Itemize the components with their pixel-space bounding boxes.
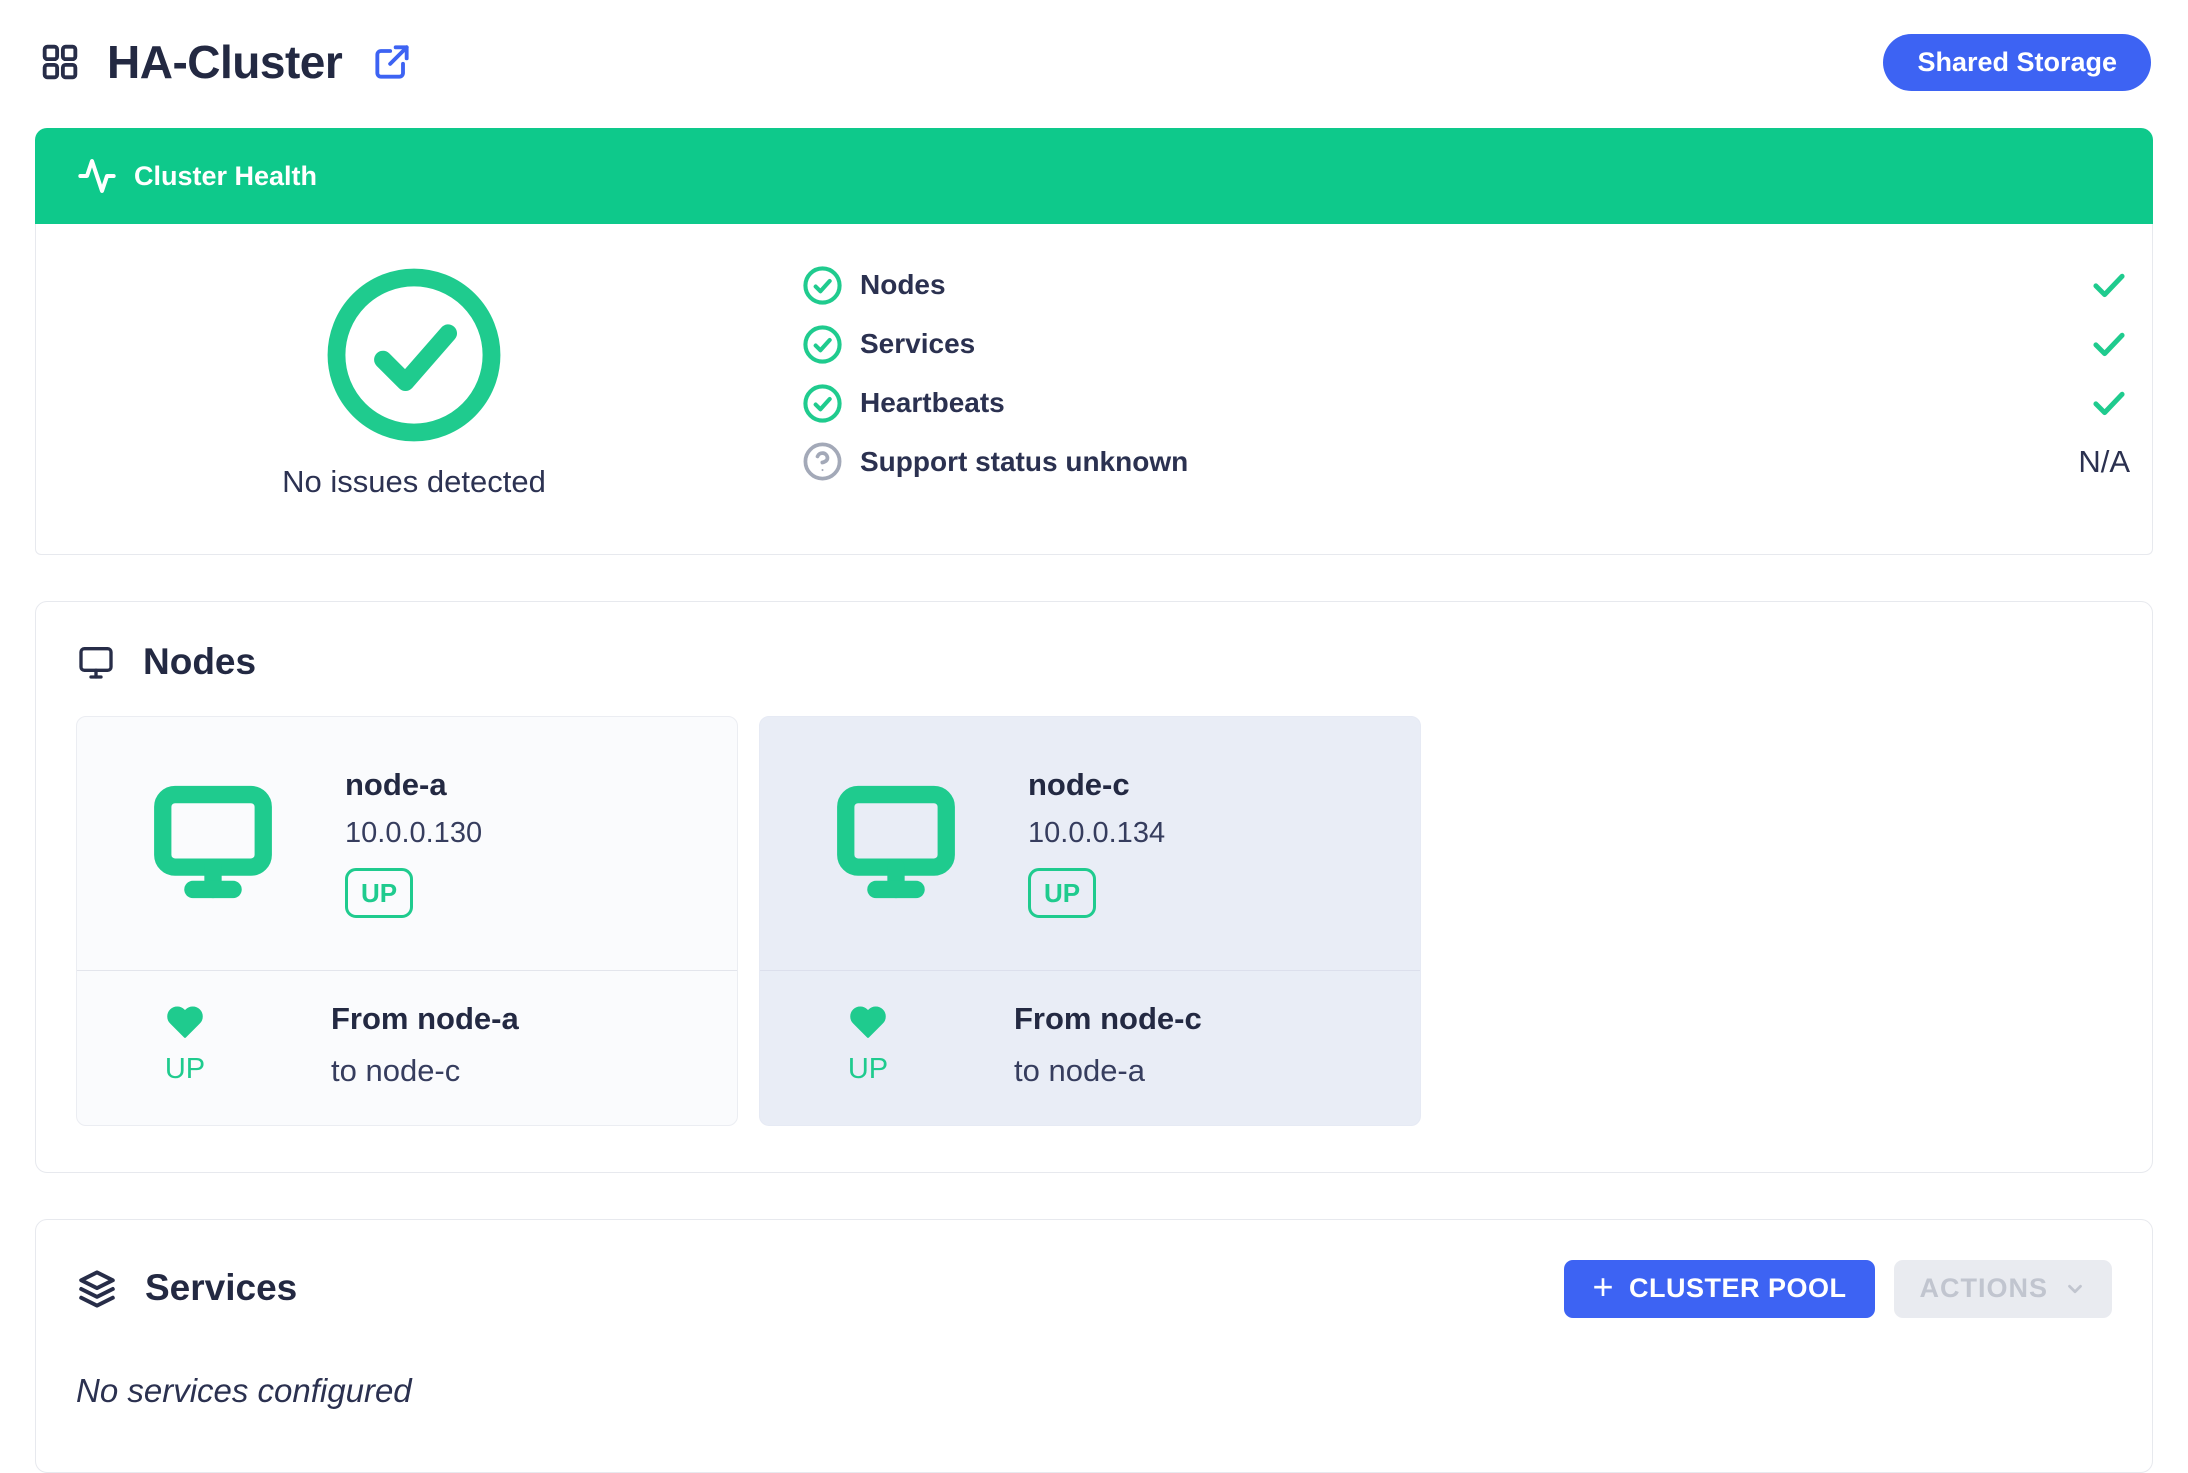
- title-group: HA-Cluster: [37, 39, 414, 85]
- heartbeat-state-column: UP: [137, 1003, 233, 1086]
- shared-storage-button[interactable]: Shared Storage: [1883, 34, 2151, 91]
- health-row-services: Services: [802, 323, 2130, 365]
- heartbeat-text: From node-c to node-a: [1014, 1001, 1202, 1089]
- node-ip: 10.0.0.130: [345, 817, 482, 850]
- heartbeat-to: to node-a: [1014, 1053, 1202, 1089]
- nodes-header: Nodes: [76, 642, 2112, 683]
- page-header: HA-Cluster Shared Storage: [35, 24, 2153, 100]
- health-row-nodes: Nodes: [802, 264, 2130, 306]
- heartbeat-from: From node-a: [331, 1001, 519, 1037]
- heartbeat-from: From node-c: [1014, 1001, 1202, 1037]
- cluster-health-panel: No issues detected Nodes: [35, 224, 2153, 555]
- services-card: Services + CLUSTER POOL ACTIONS No servi…: [35, 1219, 2153, 1473]
- node-info: node-a 10.0.0.130 UP: [345, 767, 482, 918]
- node-status-badge: UP: [1028, 868, 1096, 918]
- cluster-pool-button[interactable]: + CLUSTER POOL: [1564, 1260, 1874, 1318]
- grid-icon: [37, 39, 83, 85]
- node-tile-top: node-a 10.0.0.130 UP: [77, 717, 737, 971]
- actions-button[interactable]: ACTIONS: [1894, 1260, 2113, 1318]
- node-ip: 10.0.0.134: [1028, 817, 1165, 850]
- health-summary-text: No issues detected: [282, 464, 546, 500]
- heart-icon: [165, 1003, 205, 1041]
- nodes-title: Nodes: [143, 642, 256, 683]
- services-title: Services: [145, 1268, 297, 1309]
- check-circle-large-icon: [321, 262, 507, 448]
- services-header: Services + CLUSTER POOL ACTIONS: [76, 1260, 2112, 1318]
- help-circle-icon: [802, 441, 843, 482]
- monitor-large-icon: [820, 775, 972, 909]
- heartbeat-text: From node-a to node-c: [331, 1001, 519, 1089]
- health-checklist: Nodes Services: [744, 260, 2130, 500]
- nodes-card: Nodes node-a 10.0.0.130 U: [35, 601, 2153, 1173]
- health-summary-block: No issues detected: [84, 260, 744, 500]
- cluster-pool-label: CLUSTER POOL: [1629, 1273, 1847, 1304]
- node-tile-top: node-c 10.0.0.134 UP: [760, 717, 1420, 971]
- heartbeat-to: to node-c: [331, 1053, 519, 1089]
- external-link-icon[interactable]: [370, 40, 414, 84]
- health-label: Services: [860, 328, 975, 360]
- actions-label: ACTIONS: [1920, 1273, 2049, 1304]
- health-status-check-icon: [2088, 264, 2130, 306]
- check-circle-icon: [802, 265, 843, 306]
- chevron-down-icon: [2064, 1278, 2086, 1300]
- plus-icon: +: [1592, 1269, 1614, 1305]
- heart-icon: [848, 1003, 888, 1041]
- monitor-large-icon: [137, 775, 289, 909]
- cluster-health-title: Cluster Health: [134, 161, 317, 192]
- node-tile-node-c[interactable]: node-c 10.0.0.134 UP UP: [759, 716, 1421, 1126]
- heartbeat-state: UP: [165, 1053, 205, 1086]
- services-buttons: + CLUSTER POOL ACTIONS: [1564, 1260, 2112, 1318]
- cluster-health-banner: Cluster Health: [35, 128, 2153, 224]
- node-info: node-c 10.0.0.134 UP: [1028, 767, 1165, 918]
- health-status-check-icon: [2088, 382, 2130, 424]
- node-heartbeat: UP From node-c to node-a: [760, 971, 1420, 1125]
- layers-icon: [76, 1268, 118, 1310]
- health-status-na: N/A: [2078, 444, 2130, 480]
- health-status-check-icon: [2088, 323, 2130, 365]
- node-name: node-a: [345, 767, 482, 803]
- heartbeat-state-column: UP: [820, 1003, 916, 1086]
- check-circle-icon: [802, 324, 843, 365]
- node-tiles: node-a 10.0.0.130 UP UP: [76, 716, 2112, 1126]
- services-empty-message: No services configured: [76, 1372, 2112, 1410]
- health-row-heartbeats: Heartbeats: [802, 382, 2130, 424]
- check-circle-icon: [802, 383, 843, 424]
- node-heartbeat: UP From node-a to node-c: [77, 971, 737, 1125]
- page: HA-Cluster Shared Storage Cluster Health: [0, 0, 2188, 1473]
- health-label: Heartbeats: [860, 387, 1005, 419]
- health-label: Nodes: [860, 269, 946, 301]
- page-title: HA-Cluster: [107, 39, 342, 85]
- activity-icon: [77, 156, 117, 196]
- health-label: Support status unknown: [860, 446, 1188, 478]
- heartbeat-state: UP: [848, 1053, 888, 1086]
- health-row-support: Support status unknown N/A: [802, 441, 2130, 482]
- node-tile-node-a[interactable]: node-a 10.0.0.130 UP UP: [76, 716, 738, 1126]
- monitor-icon: [76, 642, 116, 682]
- node-status-badge: UP: [345, 868, 413, 918]
- node-name: node-c: [1028, 767, 1165, 803]
